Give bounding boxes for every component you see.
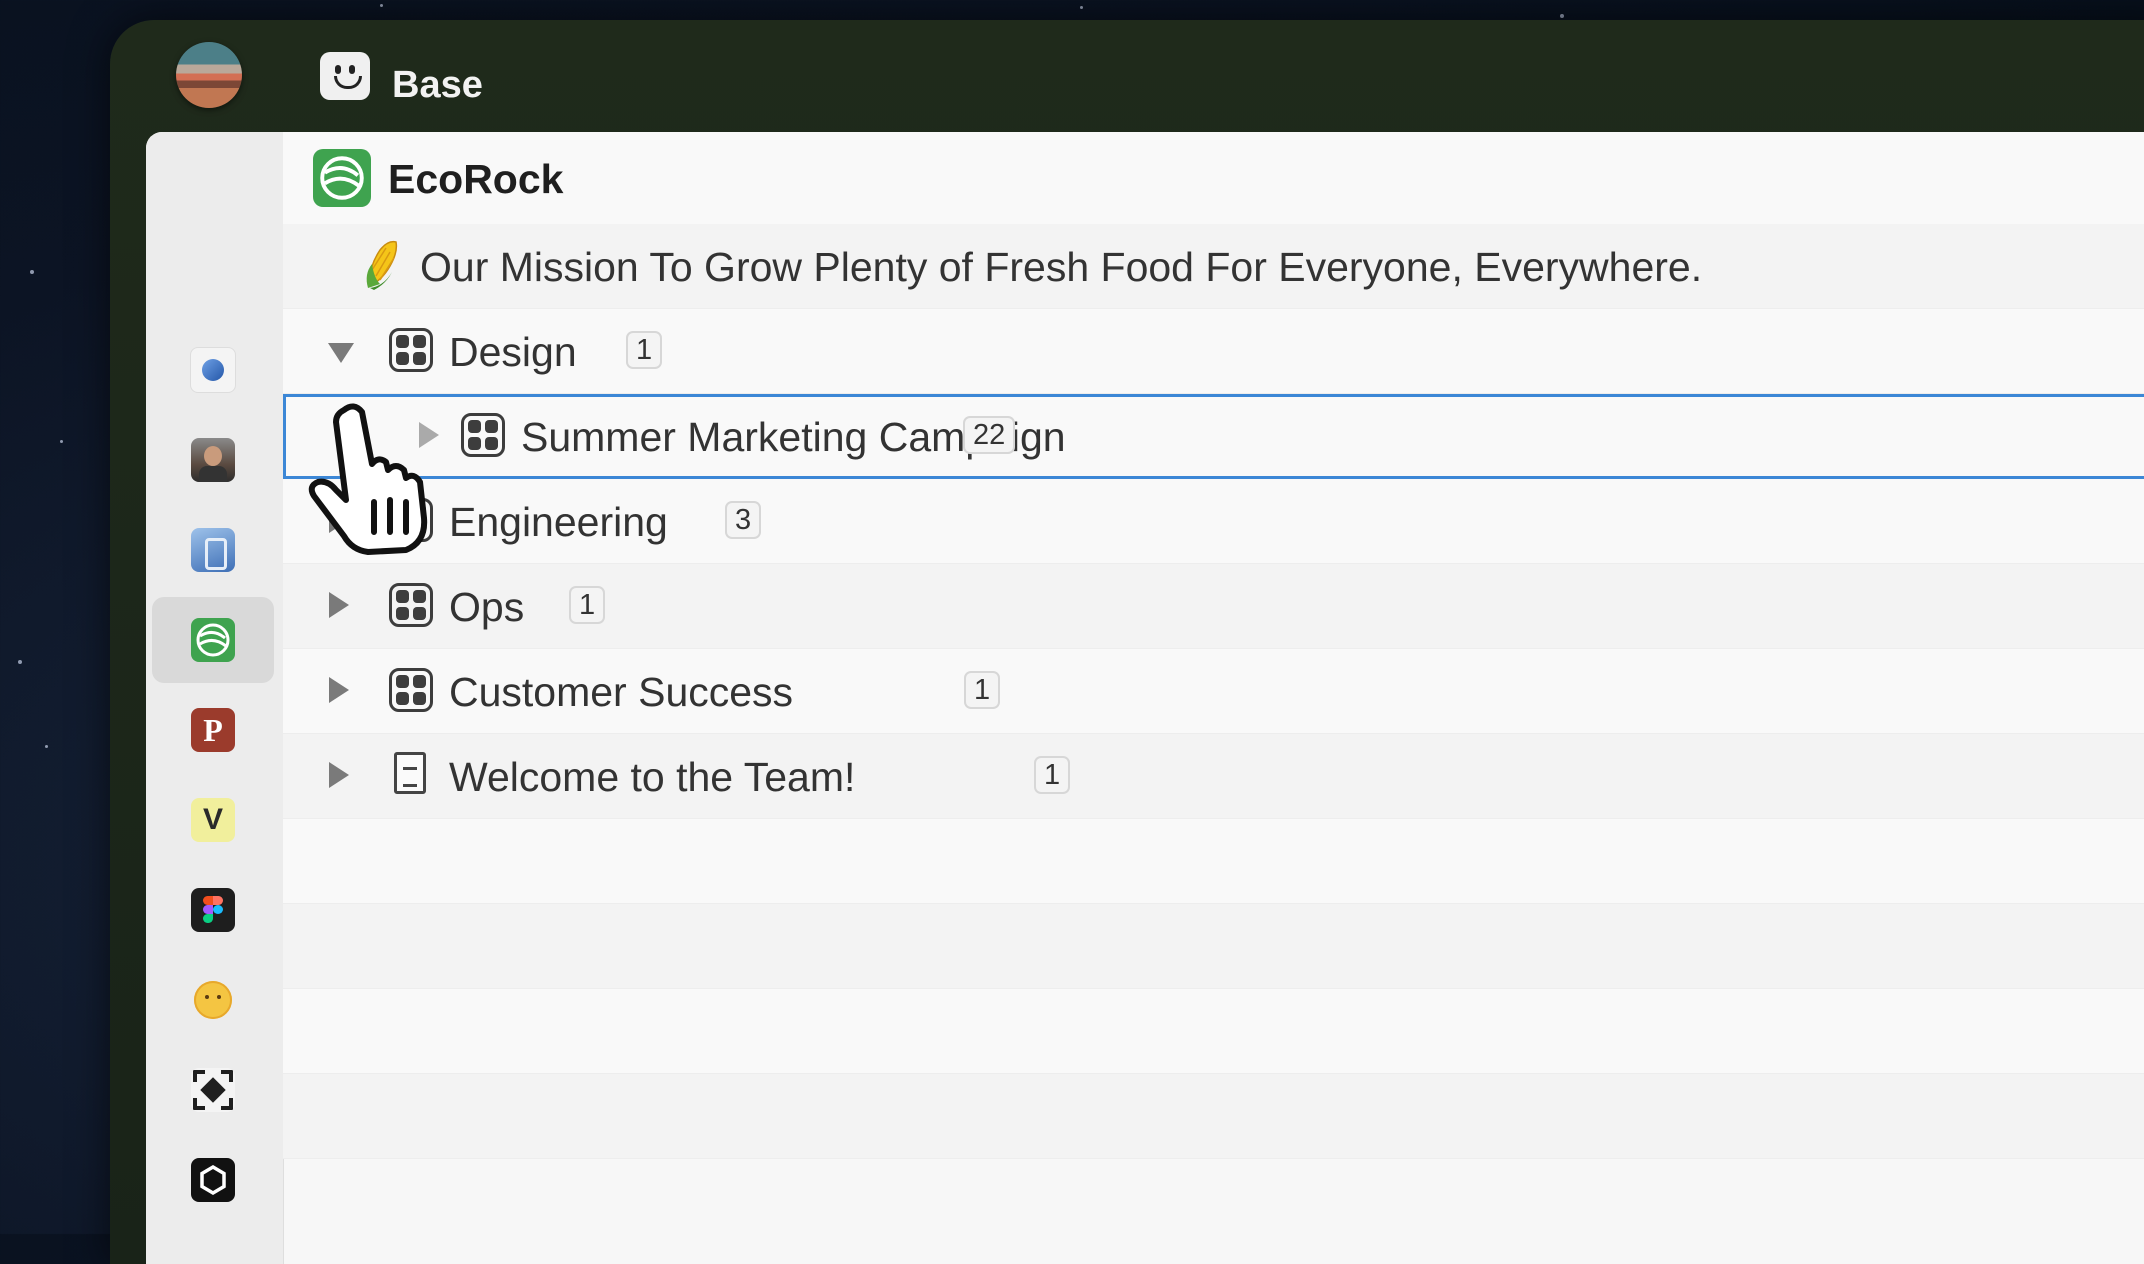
empty-row [283,819,2144,904]
page-tree: Our Mission To Grow Plenty of Fresh Food… [283,224,2144,1159]
main-panel: P V EcoRock Our Mission To Grow Plenty o… [146,132,2144,1264]
count-badge: 1 [569,586,606,624]
ecorock-logo-icon [191,618,235,662]
sidebar-app-person[interactable] [152,417,274,503]
sidebar-app-globe[interactable] [152,327,274,413]
p-letter-icon: P [191,708,235,752]
app-title: Base [392,64,483,106]
count-badge: 1 [626,331,663,369]
grid-icon [389,328,433,372]
tree-item-label: Ops [449,584,525,630]
workspace-avatar[interactable] [176,42,242,108]
empty-row [283,1074,2144,1159]
tree-item-welcome-to-the-team[interactable]: Welcome to the Team! 1 [283,734,2144,819]
tree-item-label: Welcome to the Team! [449,754,856,800]
chevron-down-icon[interactable] [328,343,354,363]
sidebar-app-v[interactable]: V [152,777,274,863]
sidebar-app-smiley[interactable] [152,957,274,1043]
title-bar: Base [110,20,2144,132]
sidebar-app-ecorock[interactable] [152,597,274,683]
person-avatar-icon [191,438,235,482]
focus-frame-icon [191,1068,235,1112]
smiley-app-icon [320,52,370,100]
smiley-face-icon [191,978,235,1022]
sidebar-app-hexagon[interactable] [152,1137,274,1223]
globe-icon [190,347,236,393]
chevron-right-icon[interactable] [329,677,349,703]
chevron-right-icon[interactable] [329,592,349,618]
tree-item-label: Customer Success [449,669,794,715]
tree-item-ops[interactable]: Ops 1 [283,564,2144,649]
mission-text: Our Mission To Grow Plenty of Fresh Food… [420,244,1703,290]
workspace-header: EcoRock [283,132,2144,225]
mission-row[interactable]: Our Mission To Grow Plenty of Fresh Food… [283,224,2144,309]
sidebar-app-figma[interactable] [152,867,274,953]
chevron-right-icon[interactable] [329,762,349,788]
count-badge: 1 [964,671,1001,709]
tree-item-customer-success[interactable]: Customer Success 1 [283,649,2144,734]
count-badge: 22 [963,416,1016,454]
tree-item-label: Design [449,329,577,375]
grid-icon [389,668,433,712]
hand-pointer-cursor-icon [308,403,428,555]
tree-item-design[interactable]: Design 1 [283,309,2144,394]
app-sidebar: P V [146,132,284,1264]
document-icon [394,752,426,794]
v-letter-icon: V [191,798,235,842]
workspace-content: EcoRock Our Mission To Grow Plenty of Fr… [283,132,2144,1264]
grid-icon [461,413,505,457]
count-badge: 1 [1034,756,1071,794]
hexagon-icon [191,1158,235,1202]
ecorock-logo-icon [313,149,371,207]
grid-icon [389,583,433,627]
corn-emoji-icon [362,238,402,290]
sidebar-app-illustration[interactable] [152,507,274,593]
empty-row [283,989,2144,1074]
sidebar-app-focus[interactable] [152,1047,274,1133]
tree-item-label: Engineering [449,499,668,545]
workspace-title: EcoRock [388,156,564,202]
sidebar-app-p[interactable]: P [152,687,274,773]
count-badge: 3 [725,501,762,539]
empty-row [283,904,2144,989]
figma-icon [191,888,235,932]
illustration-icon [191,528,235,572]
tree-item-engineering[interactable]: Engineering 3 [283,479,2144,564]
tree-item-summer-marketing-campaign[interactable]: Summer Marketing Campaign 22 [283,394,2144,479]
app-window: Base P V EcoRock Our Mission To Grow Ple… [110,20,2144,1264]
